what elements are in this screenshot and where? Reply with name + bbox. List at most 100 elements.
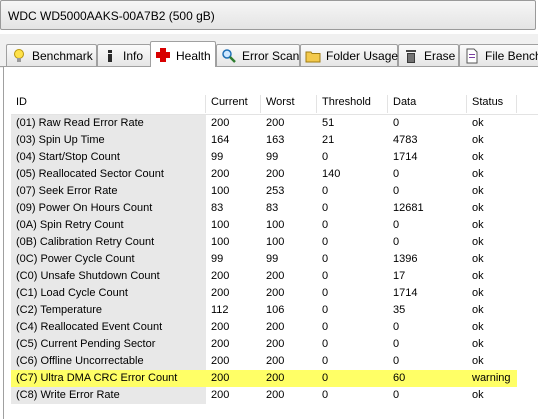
health-panel: ID Current Worst Threshold Data Status (… (3, 67, 538, 419)
cell-threshold: 0 (322, 321, 329, 333)
tab-benchmark[interactable]: Benchmark (6, 44, 97, 66)
table-row[interactable]: (C8) Write Error Rate 200 200 0 0 ok (11, 387, 538, 404)
table-row[interactable]: (C5) Current Pending Sector 200 200 0 0 ok (11, 336, 538, 353)
cell-worst: 99 (266, 253, 279, 265)
tab-folder-usage[interactable]: Folder Usage (300, 44, 398, 66)
cell-threshold: 0 (322, 304, 329, 316)
cell-current: 99 (211, 253, 224, 265)
cell-worst: 83 (266, 202, 279, 214)
cell-current: 100 (211, 236, 230, 248)
cell-status: ok (472, 253, 484, 265)
cell-threshold: 0 (322, 355, 329, 367)
table-row[interactable]: (07) Seek Error Rate 100 253 0 0 ok (11, 183, 538, 200)
cell-worst: 253 (266, 185, 285, 197)
tab-label: Benchmark (32, 49, 93, 63)
cell-id: (C0) Unsafe Shutdown Count (11, 268, 206, 285)
table-row[interactable]: (C6) Offline Uncorrectable 200 200 0 0 ok (11, 353, 538, 370)
cell-id: (C6) Offline Uncorrectable (11, 353, 206, 370)
table-row[interactable]: (09) Power On Hours Count 83 83 0 12681 ok (11, 200, 538, 217)
cell-status: ok (472, 321, 484, 333)
cell-worst: 200 (261, 370, 317, 387)
cell-threshold: 0 (322, 270, 329, 282)
cell-threshold: 0 (322, 151, 329, 163)
cell-worst: 200 (266, 338, 285, 350)
cell-data: 0 (393, 168, 400, 180)
table-row[interactable]: (C0) Unsafe Shutdown Count 200 200 0 17 ok (11, 268, 538, 285)
file-icon (466, 48, 478, 64)
cell-worst: 163 (266, 134, 285, 146)
cell-status: ok (472, 151, 484, 163)
cell-data: 0 (393, 389, 400, 401)
cell-current: 200 (211, 389, 230, 401)
drive-selector[interactable]: WDC WD5000AAKS-00A7B2 (500 gB) (0, 0, 536, 30)
cell-data: 0 (393, 355, 400, 367)
tab-erase[interactable]: Erase (398, 44, 459, 66)
drive-selector-label: WDC WD5000AAKS-00A7B2 (500 gB) (8, 9, 215, 23)
cell-data: 0 (393, 219, 400, 231)
cell-id: (01) Raw Read Error Rate (11, 115, 206, 132)
cell-worst: 200 (266, 270, 285, 282)
column-header-id[interactable]: ID (11, 95, 206, 113)
info-icon (108, 50, 112, 62)
cell-worst: 200 (266, 117, 285, 129)
table-row[interactable]: (C2) Temperature 112 106 0 35 ok (11, 302, 538, 319)
tab-file-bench[interactable]: File Bench (459, 44, 538, 66)
cell-threshold: 0 (322, 389, 329, 401)
cell-data: 4783 (393, 134, 418, 146)
cell-id: (C8) Write Error Rate (11, 387, 206, 404)
cell-threshold: 0 (322, 185, 329, 197)
cell-data: 0 (393, 321, 400, 333)
table-row[interactable]: (C1) Load Cycle Count 200 200 0 1714 ok (11, 285, 538, 302)
tab-error-scan[interactable]: Error Scan (216, 44, 300, 66)
column-header-threshold[interactable]: Threshold (317, 95, 388, 113)
table-row[interactable]: (04) Start/Stop Count 99 99 0 1714 ok (11, 149, 538, 166)
column-header-data[interactable]: Data (388, 95, 467, 113)
table-row[interactable]: (03) Spin Up Time 164 163 21 4783 ok (11, 132, 538, 149)
cell-status: ok (472, 117, 484, 129)
table-row[interactable]: (C7) Ultra DMA CRC Error Count 200 200 0 60 w… (11, 370, 538, 387)
cell-threshold: 0 (322, 338, 329, 350)
cell-status: ok (472, 134, 484, 146)
column-header-worst[interactable]: Worst (261, 95, 317, 113)
cell-data: 17 (393, 270, 406, 282)
cell-worst: 200 (266, 287, 285, 299)
cell-data: 1714 (393, 287, 418, 299)
table-row[interactable]: (05) Reallocated Sector Count 200 200 140 0 o… (11, 166, 538, 183)
cell-threshold: 0 (322, 219, 329, 231)
tab-info[interactable]: Info (97, 44, 151, 66)
table-row[interactable]: (0C) Power Cycle Count 99 99 0 1396 ok (11, 251, 538, 268)
cell-status: ok (472, 270, 484, 282)
cell-status: ok (472, 287, 484, 299)
cell-threshold: 0 (322, 287, 329, 299)
cell-data: 0 (393, 185, 400, 197)
table-row[interactable]: (C4) Reallocated Event Count 200 200 0 0 ok (11, 319, 538, 336)
cell-status: ok (472, 236, 484, 248)
cell-status: ok (472, 219, 484, 231)
cell-data: 60 (388, 370, 467, 387)
column-header-current[interactable]: Current (206, 95, 261, 113)
tab-label: Folder Usage (326, 49, 399, 63)
table-row[interactable]: (01) Raw Read Error Rate 200 200 51 0 ok (11, 115, 538, 132)
cell-current: 112 (211, 304, 229, 316)
table-row[interactable]: (0A) Spin Retry Count 100 100 0 0 ok (11, 217, 538, 234)
cell-threshold: 0 (317, 370, 388, 387)
cell-current: 200 (206, 370, 261, 387)
cell-id: (03) Spin Up Time (11, 132, 206, 149)
column-header-status[interactable]: Status (467, 95, 517, 113)
cell-current: 83 (211, 202, 224, 214)
cell-threshold: 0 (322, 202, 329, 214)
smart-attributes-list[interactable]: ID Current Worst Threshold Data Status (… (11, 89, 538, 419)
cell-id: (05) Reallocated Sector Count (11, 166, 206, 183)
cell-worst: 200 (266, 321, 285, 333)
cell-threshold: 0 (322, 253, 329, 265)
table-row[interactable]: (0B) Calibration Retry Count 100 100 0 0 ok (11, 234, 538, 251)
cell-status: ok (472, 202, 484, 214)
cell-data: 0 (393, 236, 400, 248)
cell-threshold: 21 (322, 134, 335, 146)
folder-icon (305, 51, 321, 63)
cell-current: 200 (211, 270, 230, 282)
tab-label: File Bench (485, 49, 538, 63)
magnifier-icon (222, 49, 236, 63)
cell-id: (09) Power On Hours Count (11, 200, 206, 217)
tab-health[interactable]: Health (150, 41, 216, 67)
